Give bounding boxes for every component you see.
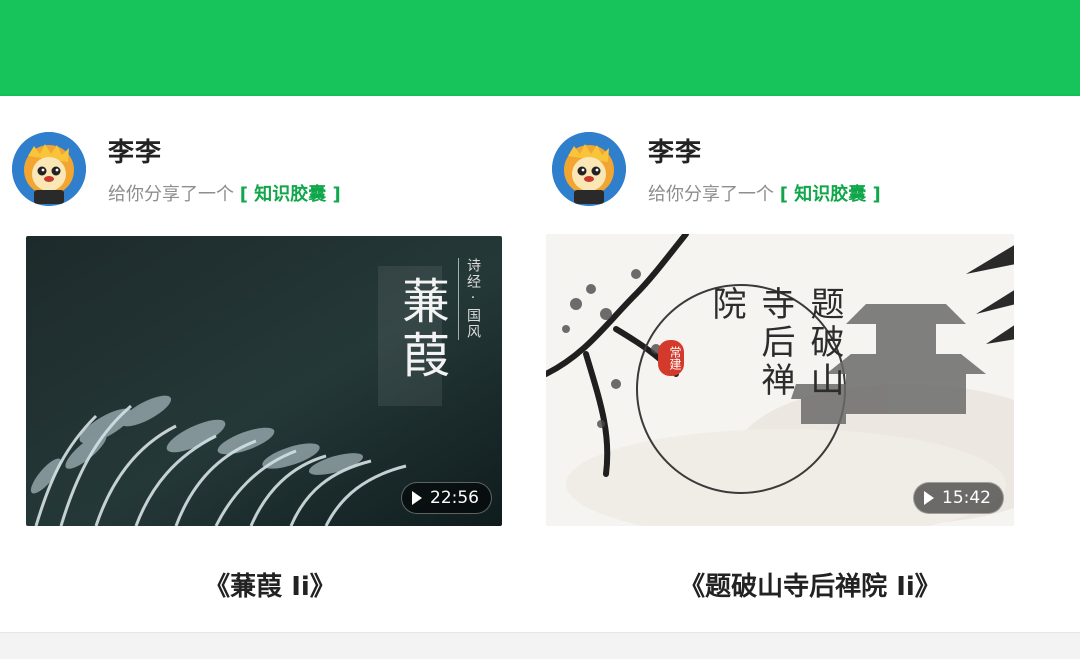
seal-stamp: 常建 [658,340,684,376]
duration-text: 15:42 [942,488,991,508]
knowledge-capsule-tag[interactable]: [ 知识胶囊 ] [780,184,881,205]
duration-badge: 22:56 [401,482,492,514]
top-bar [0,0,1080,96]
play-icon [412,491,422,505]
video-thumbnail[interactable]: 题破山寺后禅院 常建 15:42 [546,234,1014,526]
video-title[interactable]: 《题破山寺后禅院 Ⅰi》 [540,566,1080,603]
thumbnail-subtitle: 诗经·国风 [458,258,483,340]
username: 李李 [648,138,703,168]
video-title[interactable]: 《蒹葭 Ⅰi》 [0,566,540,603]
share-card-2[interactable]: 李李 给你分享了一个 [ 知识胶囊 ] 题破山寺后禅院 常建 15:42 《题破… [540,96,1080,632]
share-prefix: 给你分享了一个 [648,184,774,205]
bottom-divider [0,632,1080,659]
knowledge-capsule-tag[interactable]: [ 知识胶囊 ] [240,184,341,205]
lion-avatar-icon[interactable] [12,132,86,206]
play-icon [924,491,934,505]
lion-avatar-icon[interactable] [552,132,626,206]
share-prefix: 给你分享了一个 [108,184,234,205]
thumbnail-title: 题破山寺后禅院 [706,286,844,400]
duration-badge: 15:42 [913,482,1004,514]
video-thumbnail[interactable]: 蒹葭 诗经·国风 22:56 [26,236,502,526]
thumbnail-title: 蒹葭 [393,276,449,384]
share-description: 给你分享了一个 [ 知识胶囊 ] [108,180,341,206]
duration-text: 22:56 [430,488,479,508]
username: 李李 [108,138,163,168]
share-card-1[interactable]: 李李 给你分享了一个 [ 知识胶囊 ] 蒹葭 诗经·国风 22:56 《蒹葭 Ⅰ… [0,96,540,632]
share-description: 给你分享了一个 [ 知识胶囊 ] [648,180,881,206]
